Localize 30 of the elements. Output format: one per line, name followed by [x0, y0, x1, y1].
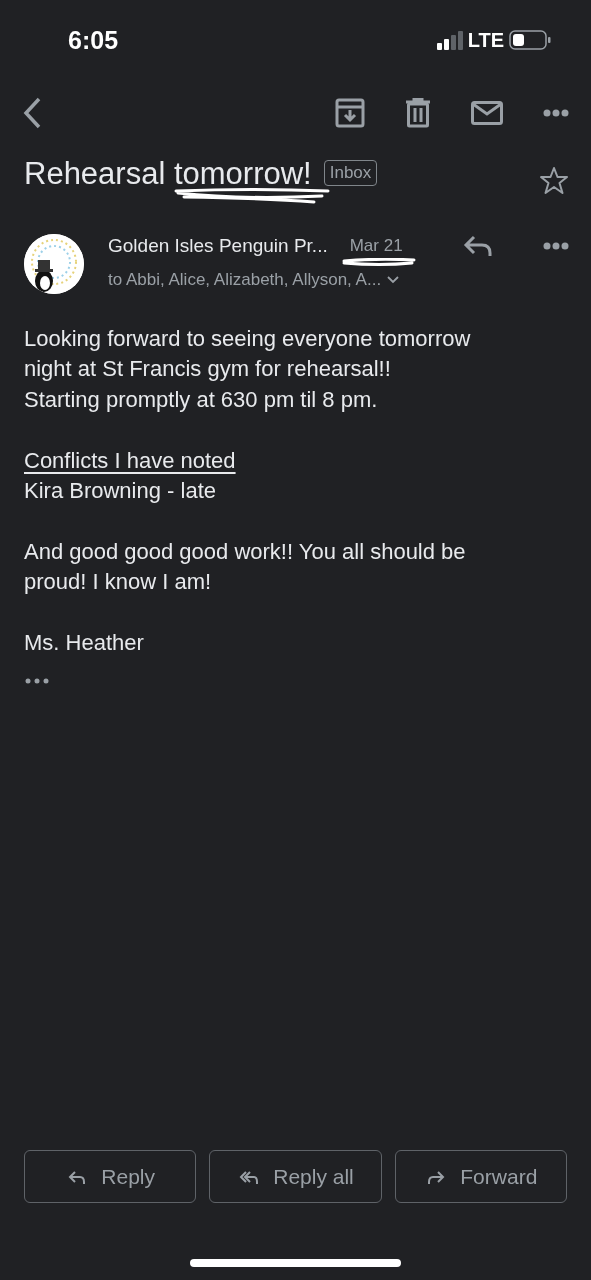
battery-icon: [509, 30, 551, 50]
signal-icon: [436, 30, 463, 50]
recipients-text: to Abbi, Alice, Alizabeth, Allyson, A...: [108, 270, 382, 290]
message-date: Mar 21: [349, 236, 403, 256]
more-icon[interactable]: [543, 242, 569, 250]
reply-icon[interactable]: [463, 234, 493, 258]
body-text: Kira Browning - late: [24, 477, 216, 505]
inbox-label: Inbox: [323, 160, 378, 186]
show-trimmed-icon[interactable]: [24, 676, 50, 685]
underlined-heading: Conflicts I have noted: [24, 446, 236, 475]
chevron-down-icon[interactable]: [387, 276, 400, 284]
forward-button[interactable]: Forward: [394, 1150, 567, 1203]
delete-icon[interactable]: [405, 98, 431, 128]
status-time: 6:05: [68, 25, 119, 55]
archive-icon[interactable]: [335, 98, 365, 128]
avatar-icon: [24, 234, 84, 294]
sender-name: Golden Isles Penguin Pr...: [108, 235, 328, 257]
body-text: Ms. Heather: [24, 629, 144, 657]
mail-icon[interactable]: [471, 101, 503, 125]
network-label: LTE: [467, 28, 504, 52]
star-icon[interactable]: [539, 166, 569, 196]
subject-title: Rehearsal tomorrow!: [24, 156, 312, 192]
body-text: And good good good work!! You all should be: [24, 537, 466, 566]
more-icon[interactable]: [543, 109, 569, 117]
body-text: Starting promptly at 630 pm til 8 pm.: [24, 385, 378, 414]
reply-button[interactable]: Reply: [24, 1150, 197, 1203]
body-text: proud! I know I am!: [24, 568, 212, 597]
reply-all-button[interactable]: Reply all: [209, 1150, 382, 1203]
body-text: night at St Francis gym for rehearsal!!: [24, 355, 391, 384]
body-text: Looking forward to seeing everyone tomorrow: [24, 325, 471, 353]
